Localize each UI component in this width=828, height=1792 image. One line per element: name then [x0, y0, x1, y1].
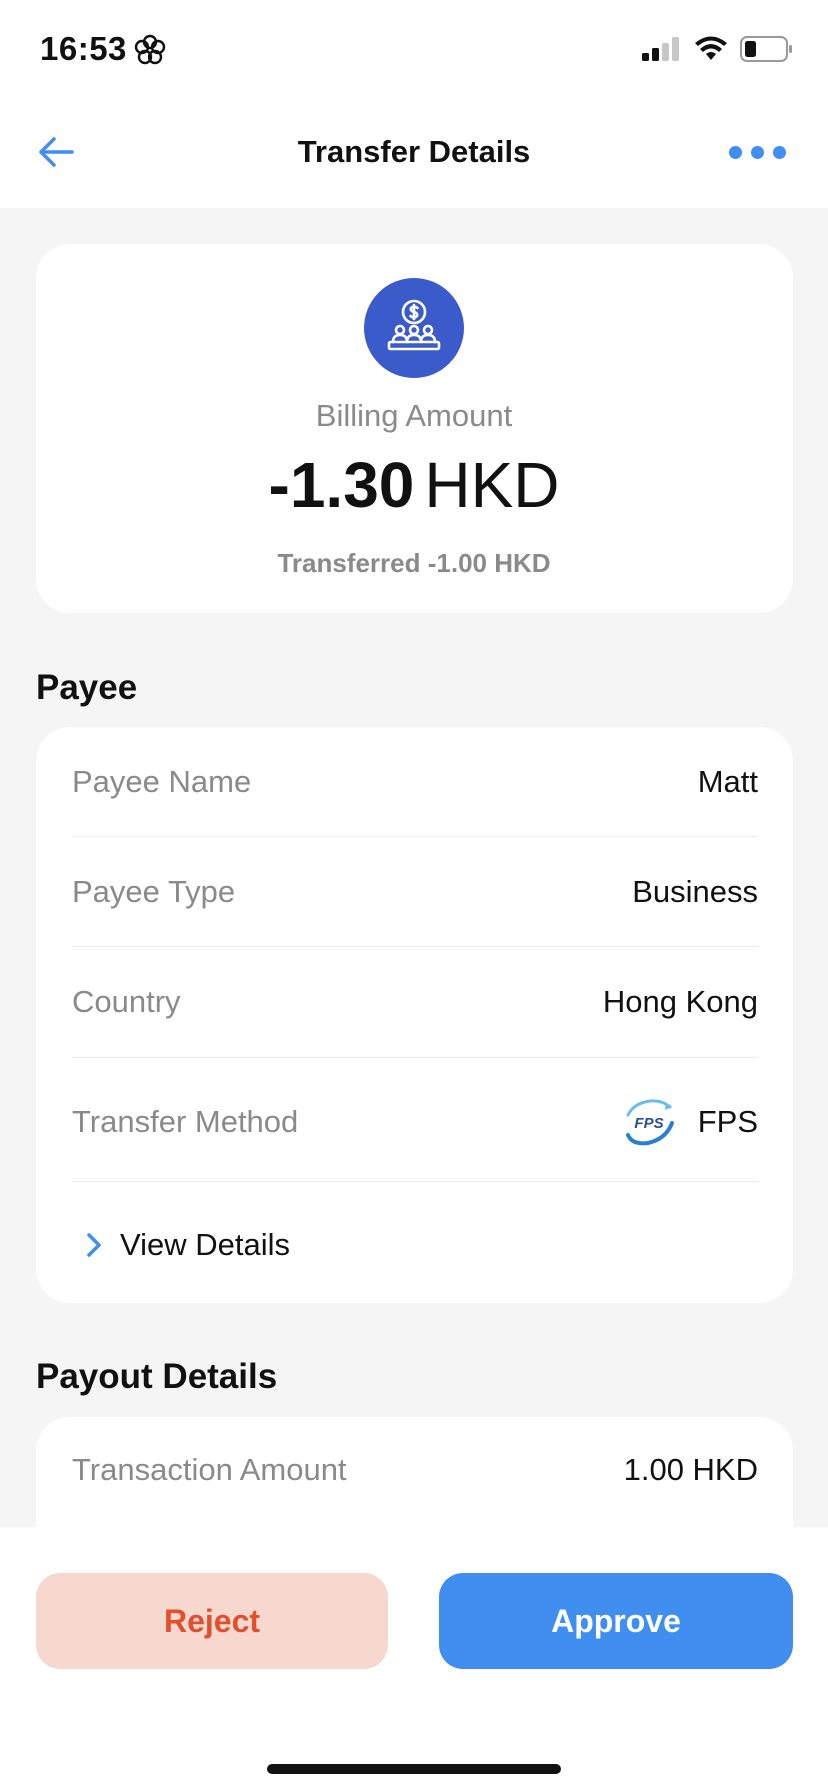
- billing-amount-value: -1.30 HKD: [0, 448, 828, 522]
- page-title: Transfer Details: [297, 134, 531, 169]
- row-label: Transaction Amount: [72, 1452, 347, 1487]
- divider: [72, 836, 758, 837]
- view-details-link[interactable]: View Details: [86, 1227, 290, 1263]
- flower-icon: [134, 34, 166, 65]
- row-value: Business: [632, 874, 758, 909]
- signal-icon: [642, 37, 679, 61]
- chevron-right-icon: [87, 1233, 101, 1257]
- row-label: Country: [72, 984, 181, 1019]
- transaction-amount-row: Transaction Amount 1.00 HKD: [72, 1445, 758, 1495]
- billing-amount-label: Billing Amount: [315, 398, 513, 433]
- payout-section-title: Payout Details: [36, 1357, 278, 1396]
- fps-logo-icon: FPS: [625, 1099, 674, 1146]
- payee-type-row: Payee Type Business: [72, 867, 758, 917]
- svg-text:FPS: FPS: [634, 1115, 663, 1132]
- amount-currency: HKD: [424, 449, 560, 521]
- amount-number: -1.30: [268, 449, 415, 521]
- divider: [72, 946, 758, 947]
- country-row: Country Hong Kong: [72, 977, 758, 1027]
- divider: [72, 1181, 758, 1182]
- transfer-method-row: Transfer Method FPS FPS: [72, 1087, 758, 1157]
- row-label: Payee Type: [72, 874, 236, 909]
- top-bar: 16:53 Transfer Details: [0, 0, 828, 208]
- row-value: Hong Kong: [602, 984, 758, 1019]
- row-label: Payee Name: [72, 764, 252, 799]
- more-options-icon[interactable]: [729, 146, 786, 159]
- payee-section-title: Payee: [36, 668, 138, 707]
- row-value: 1.00 HKD: [623, 1452, 758, 1487]
- row-value: FPS FPS: [622, 1097, 758, 1147]
- reject-button[interactable]: Reject: [36, 1573, 388, 1669]
- home-indicator: [267, 1764, 561, 1774]
- action-bar: Reject Approve: [0, 1527, 828, 1792]
- status-time: 16:53: [40, 30, 127, 67]
- payee-name-row: Payee Name Matt: [72, 757, 758, 807]
- battery-icon: [740, 36, 792, 62]
- row-value: Matt: [697, 764, 758, 799]
- approve-button[interactable]: Approve: [439, 1573, 793, 1669]
- status-icons: [642, 36, 794, 62]
- transfer-method-value: FPS: [697, 1104, 758, 1139]
- row-label: Transfer Method: [72, 1104, 299, 1139]
- transferred-amount: Transferred -1.00 HKD: [277, 548, 551, 578]
- payee-card: Payee Name Matt Payee Type Business Coun…: [36, 727, 793, 1303]
- screen: 16:53 Transfer Details Billing Amount -1…: [0, 0, 828, 1792]
- wifi-icon: [695, 36, 727, 60]
- payment-group-icon: [364, 278, 464, 378]
- view-details-label: View Details: [120, 1227, 291, 1262]
- divider: [72, 1057, 758, 1058]
